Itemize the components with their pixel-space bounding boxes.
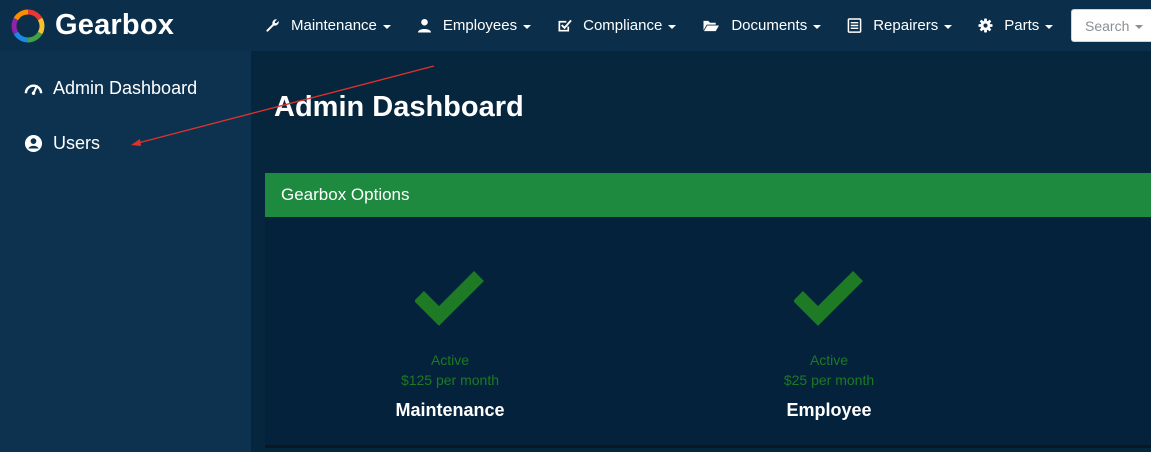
option-price: $125 per month <box>400 372 500 388</box>
nav-documents-label: Documents <box>731 17 808 34</box>
chevron-down-icon <box>813 24 822 29</box>
wrench-icon <box>266 19 279 32</box>
checkmark-icon <box>794 271 863 326</box>
gearbox-options-panel: Gearbox Options Active $125 per month Ma… <box>265 173 1151 448</box>
chevron-down-icon <box>523 24 532 29</box>
sidebar-item-label: Users <box>53 132 101 153</box>
chevron-down-icon <box>668 24 677 29</box>
nav-compliance[interactable]: Compliance <box>543 0 688 51</box>
list-icon <box>847 18 862 33</box>
panel-title: Gearbox Options <box>281 185 410 204</box>
option-status: Active <box>430 352 470 368</box>
user-circle-icon <box>24 134 43 152</box>
nav-parts[interactable]: Parts <box>964 0 1065 51</box>
page-title: Admin Dashboard <box>274 91 524 123</box>
folder-open-icon <box>703 20 720 32</box>
panel-header: Gearbox Options <box>265 173 1151 217</box>
nav-parts-label: Parts <box>1004 17 1040 34</box>
option-status: Active <box>809 352 849 368</box>
chevron-down-icon <box>382 24 391 29</box>
nav-maintenance[interactable]: Maintenance <box>251 0 403 51</box>
nav-documents[interactable]: Documents <box>688 0 833 51</box>
option-price: $25 per month <box>783 372 875 388</box>
brand[interactable]: Gearbox <box>0 0 251 51</box>
nav-compliance-label: Compliance <box>583 17 663 34</box>
sidebar: Admin Dashboard Users <box>0 51 251 452</box>
checkmark-icon <box>415 271 484 326</box>
sidebar-item-admin-dashboard[interactable]: Admin Dashboard <box>0 71 251 105</box>
option-card-employee[interactable]: Active $25 per month Employee <box>729 217 929 421</box>
top-navbar: Gearbox Maintenance Employees Compliance… <box>0 0 1151 51</box>
option-name: Employee <box>786 400 872 420</box>
search-label: Search <box>1085 17 1130 34</box>
option-name: Maintenance <box>395 400 505 420</box>
user-icon <box>417 18 431 33</box>
chevron-down-icon <box>1045 24 1054 29</box>
brand-name: Gearbox <box>55 9 175 41</box>
main-content: Admin Dashboard Gearbox Options Active $… <box>251 51 1151 452</box>
nav-maintenance-label: Maintenance <box>291 17 377 34</box>
option-card-maintenance[interactable]: Active $125 per month Maintenance <box>350 217 550 421</box>
gauge-icon <box>24 84 43 95</box>
nav-employees-label: Employees <box>442 17 518 34</box>
nav-employees[interactable]: Employees <box>403 0 543 51</box>
gear-icon <box>978 18 993 33</box>
chevron-down-icon <box>944 24 953 29</box>
sidebar-item-users[interactable]: Users <box>0 126 251 160</box>
gearbox-logo-icon <box>11 9 45 42</box>
nav-repairers[interactable]: Repairers <box>833 0 964 51</box>
check-square-icon <box>558 19 572 32</box>
search-dropdown[interactable]: Search <box>1071 9 1151 42</box>
nav-repairers-label: Repairers <box>873 17 939 34</box>
chevron-down-icon <box>1135 24 1144 29</box>
sidebar-item-label: Admin Dashboard <box>53 77 198 98</box>
